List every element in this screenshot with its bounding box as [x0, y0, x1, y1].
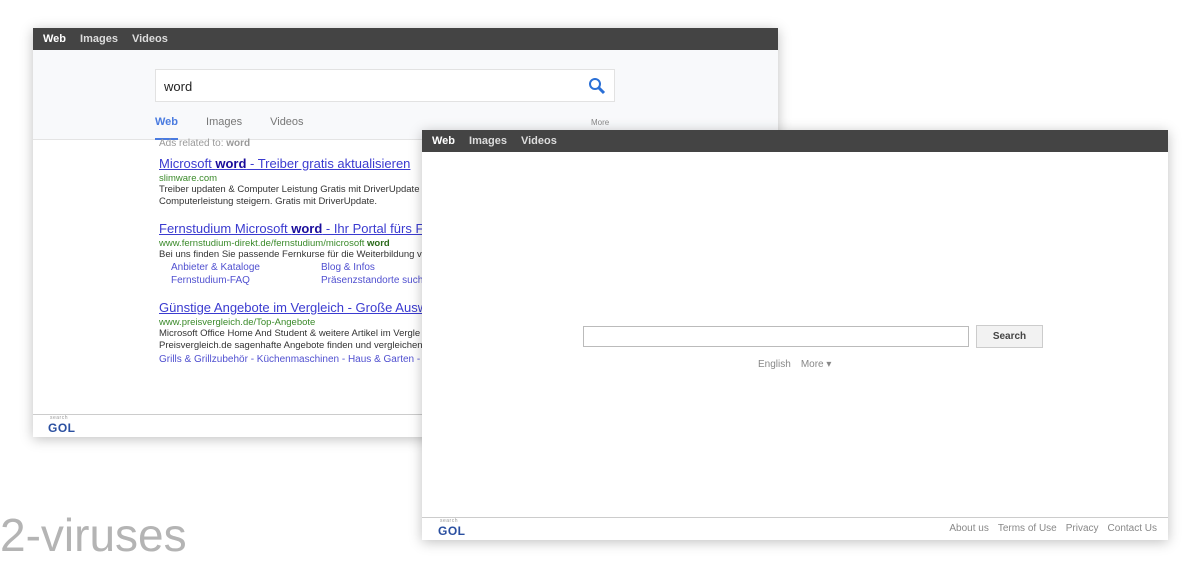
searchgol-logo[interactable]: search GOL [48, 415, 76, 435]
logo-small: search [50, 415, 69, 421]
language-english[interactable]: English [758, 359, 791, 370]
top-nav: Web Images Videos [422, 130, 1168, 152]
title-text: - Ihr Portal fürs Fe [322, 221, 431, 236]
watermark: 2-viruses [0, 509, 187, 561]
nav-images[interactable]: Images [80, 33, 118, 45]
footer-links: About us Terms of Use Privacy Contact Us [949, 523, 1157, 534]
searchgol-logo[interactable]: search GOL [438, 518, 466, 538]
terms-link[interactable]: Terms of Use [998, 523, 1057, 534]
more-dropdown[interactable]: More ▾ [801, 359, 832, 370]
more-link[interactable]: More [591, 118, 609, 127]
nav-web[interactable]: Web [43, 33, 66, 45]
tab-web[interactable]: Web [155, 116, 179, 140]
logo-text: GOL [48, 421, 76, 435]
privacy-link[interactable]: Privacy [1066, 523, 1099, 534]
result-tabs: Web Images Videos [155, 116, 304, 140]
ads-label-text: Ads related to: [159, 138, 224, 149]
nav-images[interactable]: Images [469, 135, 507, 147]
nav-web[interactable]: Web [432, 135, 455, 147]
tab-images[interactable]: Images [206, 116, 242, 140]
logo-small: search [440, 518, 459, 524]
title-bold: word [291, 221, 323, 236]
title-text: Microsoft [159, 156, 216, 171]
sitelink[interactable]: Fernstudium-FAQ [171, 274, 321, 287]
search-button[interactable]: Search [976, 325, 1043, 348]
homepage-window: Web Images Videos Search English More ▾ … [422, 130, 1168, 540]
nav-videos[interactable]: Videos [521, 135, 557, 147]
search-input[interactable]: word [155, 69, 615, 102]
nav-videos[interactable]: Videos [132, 33, 168, 45]
ads-query: word [226, 138, 251, 149]
tab-videos[interactable]: Videos [270, 116, 303, 140]
search-header: word Web Images Videos More [33, 50, 778, 140]
top-nav: Web Images Videos [33, 28, 778, 50]
language-bar: English More ▾ [758, 359, 831, 370]
title-bold: word [215, 156, 247, 171]
search-input[interactable] [583, 326, 969, 347]
search-icon[interactable] [588, 77, 606, 95]
about-link[interactable]: About us [949, 523, 988, 534]
search-value: word [164, 79, 193, 94]
url-bold: word [367, 238, 390, 249]
footer: search GOL About us Terms of Use Privacy … [422, 517, 1168, 540]
contact-link[interactable]: Contact Us [1108, 523, 1157, 534]
title-text: Fernstudium Microsoft [159, 221, 292, 236]
logo-text: GOL [438, 524, 466, 538]
title-text: - Treiber gratis aktualisieren [246, 156, 411, 171]
url-text: www.fernstudium-direkt.de/fernstudium/mi… [159, 238, 368, 249]
sitelink[interactable]: Anbieter & Kataloge [171, 261, 321, 274]
